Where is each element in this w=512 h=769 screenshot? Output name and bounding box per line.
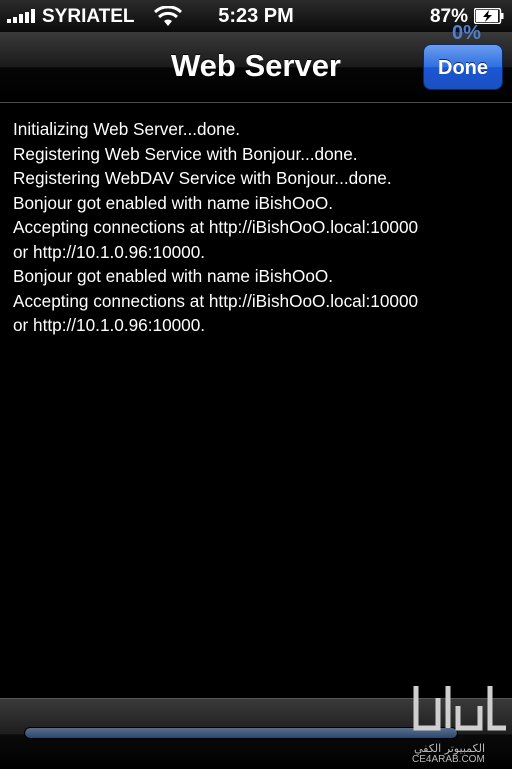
watermark-url: CE4ARAB.COM [412,754,485,765]
done-button[interactable]: Done [423,44,503,90]
log-line: Bonjour got enabled with name iBishOoO. [13,192,334,213]
log-line: or http://10.1.0.96:10000. [13,241,206,262]
server-log: Initializing Web Server...done. Register… [13,117,503,338]
progress-bar [24,727,458,739]
progress-fill [25,728,457,738]
log-line: Bonjour got enabled with name iBishOoO. [13,266,334,286]
log-line: Accepting connections at http://iBishOoO… [13,217,419,237]
progress-percent: 0% [452,22,481,44]
log-line: Accepting connections at http://iBishOoO… [13,290,419,311]
navigation-bar: Web Server Done [0,32,512,103]
status-bar: SYRIATEL 5:23 PM 87% [0,0,512,32]
log-line: Registering Web Service with Bonjour...d… [13,143,358,164]
log-line: Initializing Web Server...done. [13,119,241,139]
log-line: Registering WebDAV Service with Bonjour.… [13,168,392,188]
log-line: or http://10.1.0.96:10000. [13,315,206,335]
